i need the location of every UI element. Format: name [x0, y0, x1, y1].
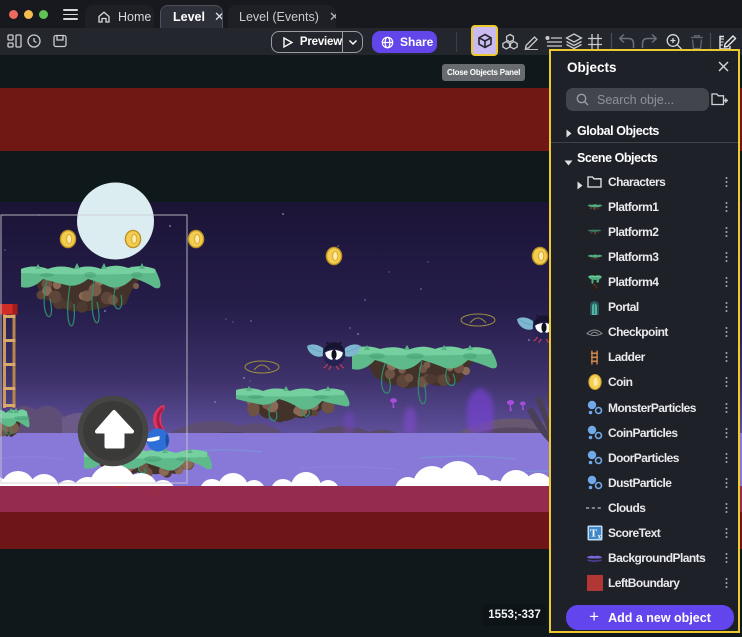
svg-text:x: x	[597, 533, 601, 541]
